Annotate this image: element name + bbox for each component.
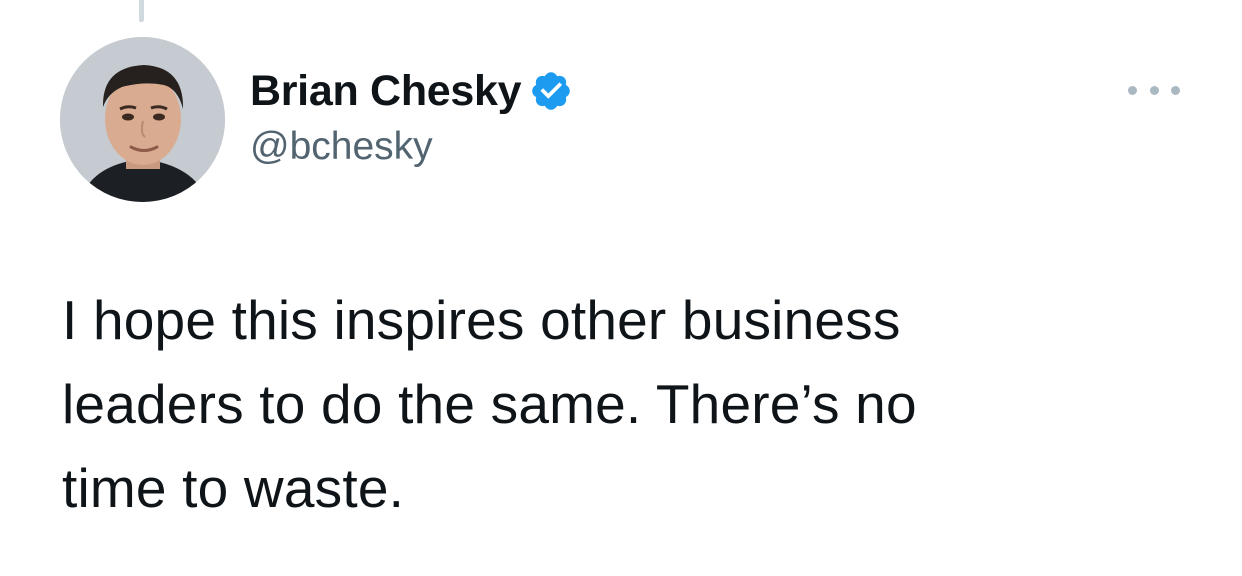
avatar[interactable]: [60, 37, 225, 202]
verified-badge-icon: [529, 69, 573, 113]
tweet-author: Brian Chesky @bchesky: [250, 64, 573, 170]
more-dot: [1171, 85, 1180, 95]
more-dot: [1149, 85, 1159, 95]
tweet-text: I hope this inspires other business lead…: [62, 289, 917, 519]
thread-connector-line: [139, 0, 144, 22]
profile-photo-icon: [60, 37, 225, 202]
name-row: Brian Chesky: [250, 64, 573, 118]
author-handle[interactable]: @bchesky: [250, 124, 573, 170]
more-options-icon[interactable]: [1128, 78, 1180, 102]
more-dot: [1128, 85, 1137, 95]
author-display-name[interactable]: Brian Chesky: [250, 64, 522, 118]
